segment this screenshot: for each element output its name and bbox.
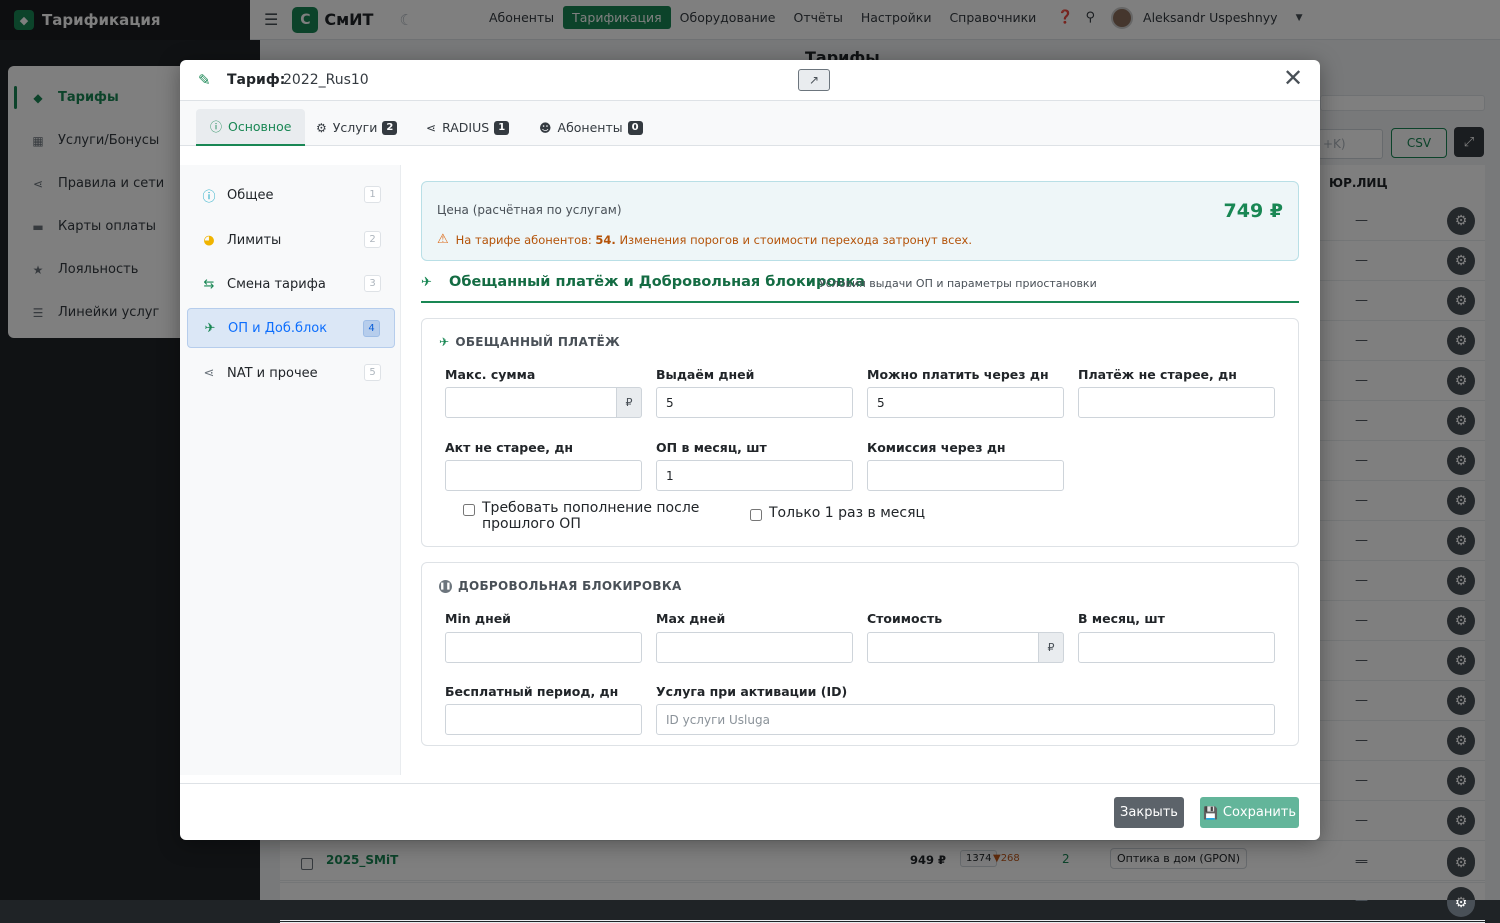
tab-subscribers[interactable]: ☻ Абоненты 0 — [525, 109, 657, 146]
handshake-icon: ✈ — [439, 335, 450, 349]
tariff-modal: ✎ Тариф: 2022_Rus10 ↗ ✕ ⓘ Основное ⚙ Усл… — [180, 60, 1320, 840]
save-button[interactable]: 💾 Сохранить — [1200, 797, 1299, 828]
currency-addon: ₽ — [1039, 632, 1064, 663]
require-topup-check[interactable] — [463, 504, 475, 516]
modal-title-label: Тариф: — [227, 72, 286, 88]
per-month-label: ОП в месяц, шт — [656, 440, 767, 455]
min-days-input[interactable] — [445, 632, 642, 663]
pay-age-input[interactable] — [1078, 387, 1275, 418]
tab-badge: 1 — [494, 120, 510, 135]
act-age-label: Акт не старее, дн — [445, 440, 574, 455]
tab-badge: 0 — [627, 120, 643, 135]
gauge-icon: ◕ — [203, 232, 215, 248]
modal-header: ✎ Тариф: 2022_Rus10 ↗ ✕ — [180, 60, 1320, 101]
card-title: ✈ ОБЕЩАННЫЙ ПЛАТЁЖ — [439, 335, 621, 349]
price-value: 749 ₽ — [1223, 200, 1284, 222]
days-input[interactable] — [656, 387, 853, 418]
max-sum-input[interactable] — [445, 387, 617, 418]
free-period-label: Бесплатный период, дн — [445, 684, 619, 699]
per-month-input[interactable] — [656, 460, 853, 491]
section-nav-general[interactable]: ⓘ Общее 1 — [187, 175, 395, 215]
once-month-check[interactable] — [750, 509, 762, 521]
free-period-input[interactable] — [445, 704, 642, 735]
once-month-checkbox[interactable]: Только 1 раз в месяц — [750, 505, 925, 521]
info-circle-icon: ⓘ — [202, 189, 216, 205]
pay-age-label: Платёж не старее, дн — [1078, 367, 1237, 382]
pay-after-label: Можно платить через дн — [867, 367, 1049, 382]
currency-addon: ₽ — [617, 387, 642, 418]
cost-input[interactable] — [867, 632, 1039, 663]
sitemap-icon: ⋖ — [426, 120, 437, 135]
tab-badge: 2 — [382, 120, 398, 135]
days-label: Выдаём дней — [656, 367, 755, 382]
card-title: ❚❚ ДОБРОВОЛЬНАЯ БЛОКИРОВКА — [439, 579, 682, 593]
price-warning: ⚠ На тарифе абонентов: 54. Изменения пор… — [437, 232, 972, 247]
section-nav-limits[interactable]: ◕ Лимиты 2 — [187, 220, 395, 260]
modal-title-value: 2022_Rus10 — [283, 72, 369, 88]
save-icon: 💾 — [1202, 805, 1218, 820]
warning-icon: ⚠ — [437, 232, 449, 247]
modal-tabs: ⓘ Основное ⚙ Услуги 2 ⋖ RADIUS 1 ☻ Абоне… — [180, 101, 1320, 146]
cogs-icon: ⚙ — [316, 120, 327, 135]
act-age-input[interactable] — [445, 460, 642, 491]
activation-service-input[interactable] — [656, 704, 1275, 735]
swap-icon: ⇆ — [203, 276, 215, 292]
section-heading: ✈ Обещанный платёж и Добровольная блокир… — [421, 273, 1299, 303]
section-title: Обещанный платёж и Добровольная блокиров… — [449, 274, 866, 290]
pay-after-input[interactable] — [867, 387, 1064, 418]
info-icon: ⓘ — [210, 120, 223, 134]
tab-radius[interactable]: ⋖ RADIUS 1 — [412, 109, 523, 146]
fee-after-label: Комиссия через дн — [867, 440, 1006, 455]
promised-payment-card: ✈ ОБЕЩАННЫЙ ПЛАТЁЖ Макс. сумма ₽ Выдаём … — [421, 318, 1299, 547]
max-days-label: Max дней — [656, 611, 726, 626]
cost-label: Стоимость — [867, 611, 943, 626]
handshake-icon: ✈ — [421, 275, 432, 290]
section-subtitle: Условия выдачи ОП и параметры приостанов… — [819, 277, 1097, 290]
sitemap-icon: ⋖ — [203, 365, 215, 381]
price-panel: Цена (расчётная по услугам) 749 ₽ ⚠ На т… — [421, 181, 1299, 261]
close-icon[interactable]: ✕ — [1283, 66, 1303, 90]
activation-service-label: Услуга при активации (ID) — [656, 684, 848, 699]
block-per-month-label: В месяц, шт — [1078, 611, 1165, 626]
max-sum-label: Макс. сумма — [445, 367, 536, 382]
min-days-label: Min дней — [445, 611, 511, 626]
section-nav: ⓘ Общее 1 ◕ Лимиты 2 ⇆ Смена тарифа 3 ✈ … — [180, 165, 401, 775]
tab-services[interactable]: ⚙ Услуги 2 — [302, 109, 411, 146]
section-nav-nat[interactable]: ⋖ NAT и прочее 5 — [187, 353, 395, 393]
price-label: Цена (расчётная по услугам) — [437, 203, 622, 217]
max-days-input[interactable] — [656, 632, 853, 663]
edit-icon: ✎ — [198, 71, 211, 89]
open-external-icon[interactable]: ↗ — [798, 69, 830, 91]
block-per-month-input[interactable] — [1078, 632, 1275, 663]
require-topup-checkbox[interactable]: Требовать пополнение после прошлого ОП — [463, 500, 699, 532]
tab-main[interactable]: ⓘ Основное — [196, 109, 306, 146]
close-button[interactable]: Закрыть — [1114, 797, 1184, 828]
voluntary-block-card: ❚❚ ДОБРОВОЛЬНАЯ БЛОКИРОВКА Min дней Max … — [421, 562, 1299, 746]
pause-icon: ❚❚ — [439, 579, 452, 593]
modal-footer: Закрыть 💾 Сохранить — [180, 783, 1320, 840]
handshake-icon: ✈ — [204, 320, 216, 336]
section-nav-promised-payment[interactable]: ✈ ОП и Доб.блок 4 — [187, 308, 395, 348]
fee-after-input[interactable] — [867, 460, 1064, 491]
users-icon: ☻ — [539, 120, 552, 135]
section-nav-tariff-change[interactable]: ⇆ Смена тарифа 3 — [187, 264, 395, 304]
